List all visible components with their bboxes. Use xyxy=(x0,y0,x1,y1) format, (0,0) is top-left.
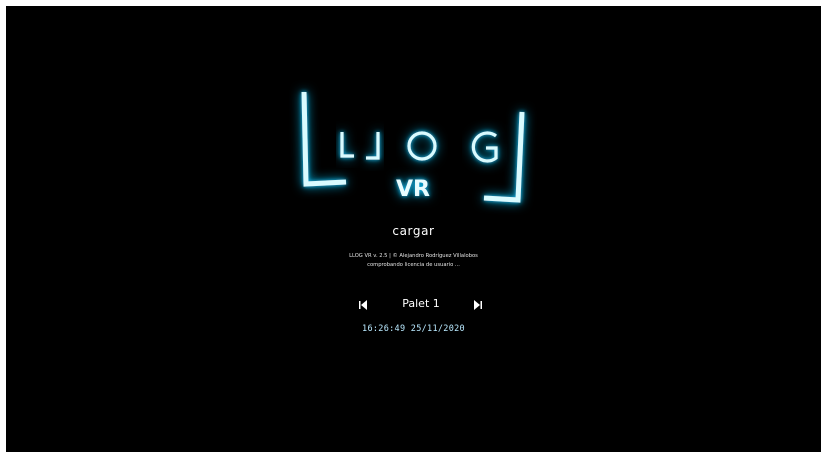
logo-letter-g xyxy=(471,131,498,163)
version-info: LLOG VR v. 2.5 | © Alejandro Rodríguez V… xyxy=(349,253,478,259)
load-button[interactable]: cargar xyxy=(6,224,821,238)
left-bracket-shape xyxy=(301,91,347,187)
logo-letter-l1 xyxy=(340,132,354,158)
logo-letter-o xyxy=(407,131,437,161)
palet-selector: Palet 1 xyxy=(6,296,821,314)
logo-vr-text: VR xyxy=(396,177,430,202)
right-bracket-shape xyxy=(483,111,525,203)
triangle-right-icon[interactable] xyxy=(471,298,483,310)
lloog-vr-logo: VR xyxy=(296,84,536,204)
palet-label: Palet 1 xyxy=(402,297,440,310)
triangle-left-icon[interactable] xyxy=(358,298,370,310)
logo-letter-l2 xyxy=(366,132,380,160)
license-status: comprobando licencia de usuario ... xyxy=(367,262,460,268)
app-screen: VR cargar LLOG VR v. 2.5 | © Alejandro R… xyxy=(6,6,821,452)
timestamp: 16:26:49 25/11/2020 xyxy=(362,324,465,334)
